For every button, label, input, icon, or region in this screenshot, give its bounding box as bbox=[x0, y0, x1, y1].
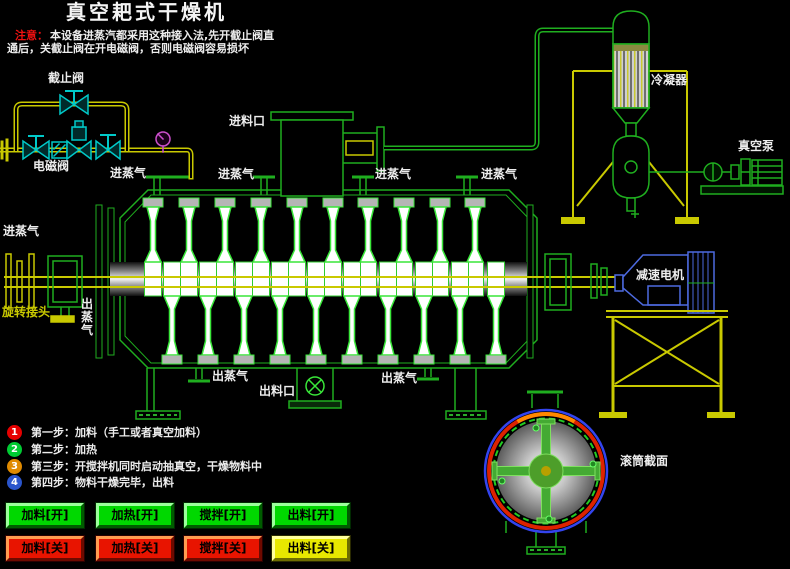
step-2-badge: 2 bbox=[7, 441, 22, 457]
step-4-badge: 4 bbox=[7, 474, 22, 490]
step-3: 3 第三步：开搅拌机同时启动抽真空，干燥物料中 bbox=[7, 458, 262, 474]
steam-in-label-3: 进蒸气 bbox=[375, 167, 412, 181]
steam-valve-station bbox=[0, 90, 194, 180]
condenser-tube-bundle bbox=[612, 43, 650, 109]
notice-line1: 本设备进蒸汽都采用这种接入法,先开截止阀直 bbox=[50, 29, 275, 42]
vapor-pipe bbox=[384, 27, 613, 151]
discharge-port-label: 出料口 bbox=[259, 384, 296, 398]
discharge-off-button[interactable]: 出料[关] bbox=[271, 535, 351, 562]
step-2-text: 第二步：加热 bbox=[31, 443, 97, 456]
motor-stand bbox=[599, 310, 735, 418]
steam-in-label-left: 进蒸气 bbox=[3, 224, 40, 238]
step-2: 2 第二步：加热 bbox=[7, 441, 97, 457]
drum-end-flange bbox=[95, 204, 103, 359]
stop-valve-label: 截止阀 bbox=[48, 71, 85, 85]
heat-off-button[interactable]: 加热[关] bbox=[95, 535, 175, 562]
outlet-angle-valve bbox=[95, 134, 121, 161]
inlet-angle-valve bbox=[22, 135, 50, 161]
steam-out-label-right: 出蒸气 bbox=[381, 371, 418, 385]
solenoid-valve-label: 电磁阀 bbox=[33, 159, 70, 173]
gear-motor-label: 减速电机 bbox=[636, 268, 685, 282]
drum-supports bbox=[135, 368, 563, 420]
solenoid-valve bbox=[66, 120, 92, 161]
feed-inlet-label: 进料口 bbox=[229, 114, 266, 128]
steam-in-label-1: 进蒸气 bbox=[110, 166, 147, 180]
drum-end-flange bbox=[526, 204, 534, 359]
main-drum bbox=[4, 189, 618, 369]
notice-line2: 通后，关截止阀在开电磁阀，否则电磁阀容易损坏 bbox=[7, 42, 249, 55]
discharge-valve-icon bbox=[308, 379, 322, 393]
pump-base bbox=[700, 185, 784, 195]
heat-on-button[interactable]: 加热[开] bbox=[95, 502, 175, 529]
discharge-on-button[interactable]: 出料[开] bbox=[271, 502, 351, 529]
rotary-joint-label: 旋转接头 bbox=[2, 305, 51, 319]
feed-hopper bbox=[270, 111, 385, 197]
step-4: 4 第四步：物料干燥完毕，出料 bbox=[7, 474, 174, 490]
step-1-badge: 1 bbox=[7, 424, 22, 440]
steam-in-label-2: 进蒸气 bbox=[218, 167, 255, 181]
step-1-text: 第一步：加料（手工或者真空加料） bbox=[31, 426, 207, 439]
step-3-text: 第三步：开搅拌机同时启动抽真空，干燥物料中 bbox=[31, 460, 262, 473]
stir-off-button[interactable]: 搅拌[关] bbox=[183, 535, 263, 562]
drum-cross-section bbox=[483, 408, 609, 555]
drum-section-label: 滚筒截面 bbox=[620, 454, 669, 468]
bypass-stop-valve bbox=[59, 90, 89, 116]
steam-in-label-4: 进蒸气 bbox=[481, 167, 518, 181]
feed-on-button[interactable]: 加料[开] bbox=[5, 502, 85, 529]
step-4-text: 第四步：物料干燥完毕，出料 bbox=[31, 476, 174, 489]
condenser-label: 冷凝器 bbox=[651, 73, 688, 87]
rotary-joint bbox=[5, 253, 35, 309]
vacuum-pump-label: 真空泵 bbox=[738, 139, 775, 153]
steam-out-label-left: 出蒸气 bbox=[212, 369, 249, 383]
notice-prefix: 注意： bbox=[15, 29, 48, 42]
hopper-sight-glass bbox=[345, 140, 374, 156]
page-title: 真空耙式干燥机 bbox=[66, 0, 227, 24]
step-1: 1 第一步：加料（手工或者真空加料） bbox=[7, 424, 207, 440]
steam-out-label-vertical: 出蒸气 bbox=[80, 297, 93, 337]
discharge-port bbox=[288, 368, 342, 409]
left-bearing-housing bbox=[47, 255, 83, 323]
right-bearing-housing bbox=[544, 253, 608, 311]
feed-off-button[interactable]: 加料[关] bbox=[5, 535, 85, 562]
stir-on-button[interactable]: 搅拌[开] bbox=[183, 502, 263, 529]
condenser bbox=[611, 10, 651, 218]
step-3-badge: 3 bbox=[7, 458, 22, 474]
hmi-screen: 真空耙式干燥机 注意： 本设备进蒸汽都采用这种接入法,先开截止阀直 通后，关截止… bbox=[0, 0, 790, 569]
